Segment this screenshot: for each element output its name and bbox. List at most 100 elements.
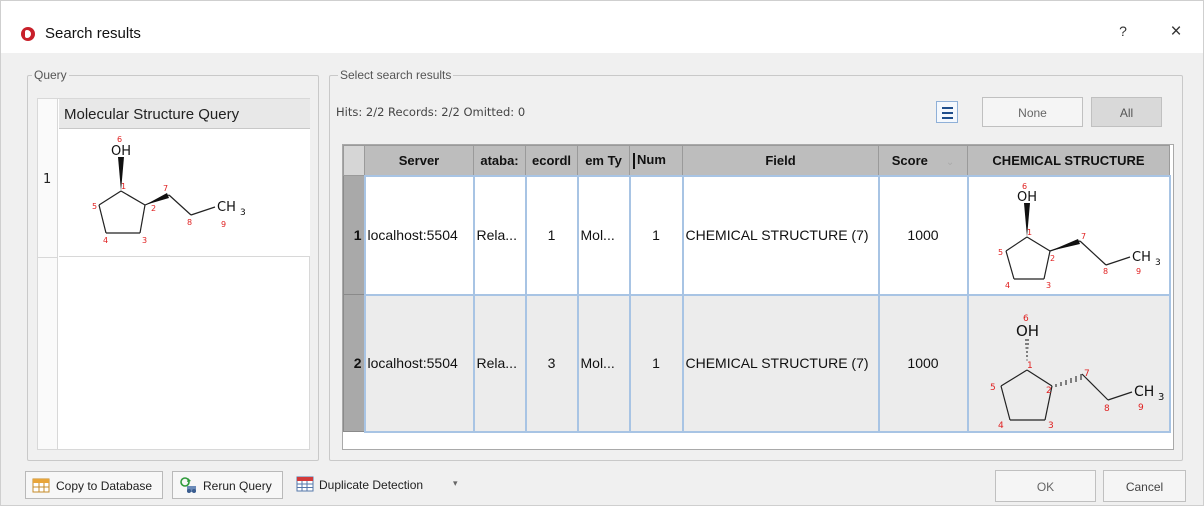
title-bar: Search results ? × [1, 1, 1203, 53]
cell-score[interactable]: 1000 [877, 293, 969, 433]
table-database-icon [32, 478, 50, 493]
column-header-score-label: Score [891, 152, 928, 168]
table-row[interactable]: 2 localhost:5504 Rela... 3 Mol... 1 CHEM… [343, 293, 1171, 433]
rerun-query-label: Rerun Query [203, 479, 272, 493]
atom-number: 9 [1138, 403, 1144, 413]
atom-number: 7 [1081, 232, 1086, 241]
atom-number: 3 [142, 236, 147, 245]
atom-number: 7 [163, 184, 168, 193]
query-row-header-column [38, 99, 58, 449]
atom-number: 7 [1084, 369, 1090, 379]
hits-summary: Hits: 2/2 Records: 2/2 Omitted: 0 [336, 105, 526, 119]
atom-number: 4 [998, 421, 1004, 428]
column-separator [633, 152, 635, 169]
atom-number: 1 [1027, 228, 1032, 237]
select-none-button[interactable]: None [982, 97, 1083, 127]
column-header-record[interactable]: ecordl [525, 145, 578, 176]
oh-label: OH [1016, 322, 1039, 340]
cell-num[interactable]: 1 [628, 293, 684, 433]
search-results-dialog: Search results ? × Query Molecular Struc… [0, 0, 1204, 506]
rerun-query-icon [180, 477, 196, 493]
column-header-item-type[interactable]: em Ty [577, 145, 630, 176]
query-structure-cell[interactable]: OH CH 3 6 1 2 3 4 5 7 8 9 [59, 129, 310, 257]
row-number[interactable]: 1 [343, 175, 365, 295]
atom-number: 8 [187, 218, 192, 227]
atom-number: 5 [998, 248, 1003, 257]
column-header-server[interactable]: Server [364, 145, 474, 176]
column-header-num[interactable]: Num [629, 145, 683, 176]
ch-label: CH [1134, 384, 1154, 400]
atom-number: 8 [1103, 267, 1108, 276]
cancel-button[interactable]: Cancel [1103, 470, 1186, 502]
query-molecule-drawing: OH CH 3 6 1 2 3 4 5 7 8 9 [92, 135, 246, 245]
cell-database[interactable]: Rela... [472, 174, 527, 296]
cell-field[interactable]: CHEMICAL STRUCTURE (7) [681, 174, 880, 296]
atom-number: 9 [221, 220, 226, 229]
cell-server[interactable]: localhost:5504 [363, 293, 475, 433]
column-header-score[interactable]: Score ⌄ [878, 145, 968, 176]
cell-chemical-structure[interactable]: OH CH 3 6 1 2 3 4 5 7 8 9 [966, 293, 1171, 433]
atom-number: 1 [121, 182, 126, 191]
ok-button[interactable]: OK [995, 470, 1096, 502]
cell-server[interactable]: localhost:5504 [363, 174, 475, 296]
ch-label: CH [1132, 250, 1151, 265]
oh-label: OH [1017, 190, 1037, 205]
copy-to-database-button[interactable]: Copy to Database [25, 471, 163, 499]
cell-database[interactable]: Rela... [472, 293, 527, 433]
atom-number: 3 [1048, 421, 1054, 428]
cell-field[interactable]: CHEMICAL STRUCTURE (7) [681, 293, 880, 433]
sort-chevron-icon: ⌄ [945, 156, 955, 168]
app-logo-icon [21, 27, 35, 41]
atom-number: 2 [1046, 386, 1052, 396]
select-all-button[interactable]: All [1091, 97, 1162, 127]
column-header-field[interactable]: Field [682, 145, 879, 176]
close-button[interactable]: × [1166, 21, 1186, 45]
query-group: Query Molecular Structure Query 1 OH CH … [27, 68, 319, 461]
cell-record[interactable]: 3 [524, 293, 579, 433]
help-button[interactable]: ? [1114, 23, 1132, 45]
cell-score[interactable]: 1000 [877, 174, 969, 296]
atom-number: 6 [117, 135, 122, 144]
table-corner[interactable] [343, 145, 365, 176]
atom-number: 2 [151, 204, 156, 213]
ch-subscript: 3 [1158, 392, 1164, 403]
atom-number: 3 [1046, 281, 1051, 290]
atom-number: 5 [92, 202, 97, 211]
query-row-divider [38, 257, 58, 258]
table-row[interactable]: 1 localhost:5504 Rela... 1 Mol... 1 CHEM… [343, 174, 1171, 296]
window-title: Search results [45, 25, 141, 42]
results-group: Select search results Hits: 2/2 Records:… [329, 68, 1183, 461]
results-group-label: Select search results [338, 68, 454, 82]
atom-number: 4 [103, 236, 108, 245]
row-number[interactable]: 2 [343, 294, 365, 432]
column-header-chemical-structure[interactable]: CHEMICAL STRUCTURE [967, 145, 1170, 176]
cell-item-type[interactable]: Mol... [576, 293, 631, 433]
atom-number: 4 [1005, 281, 1010, 290]
oh-label: OH [111, 144, 131, 159]
ch-subscript: 3 [240, 208, 246, 218]
copy-to-database-label: Copy to Database [56, 479, 153, 493]
cell-item-type[interactable]: Mol... [576, 174, 631, 296]
column-header-database[interactable]: ataba: [473, 145, 526, 176]
chevron-down-icon[interactable]: ▾ [453, 479, 458, 489]
duplicate-detection-button[interactable]: Duplicate Detection [294, 476, 424, 492]
query-column-header[interactable]: Molecular Structure Query [59, 99, 310, 129]
result-molecule-drawing: OH CH 3 6 1 2 3 4 5 7 8 9 [990, 314, 1164, 430]
column-menu-button[interactable] [936, 101, 958, 123]
duplicate-detection-label: Duplicate Detection [319, 478, 424, 492]
query-row-number[interactable]: 1 [43, 172, 51, 187]
duplicate-detection-icon [296, 476, 314, 492]
atom-number: 6 [1023, 314, 1029, 324]
cell-chemical-structure[interactable]: OH CH 3 6 1 2 3 4 5 7 8 9 [966, 174, 1171, 296]
atom-number: 5 [990, 383, 996, 393]
rerun-query-button[interactable]: Rerun Query [172, 471, 283, 499]
menu-icon-line [942, 112, 953, 114]
atom-number: 9 [1136, 267, 1141, 276]
atom-number: 1 [1027, 361, 1033, 371]
cell-record[interactable]: 1 [524, 174, 579, 296]
query-grid: Molecular Structure Query 1 OH CH 3 6 1 … [37, 98, 310, 450]
cell-num[interactable]: 1 [628, 174, 684, 296]
table-header-row: Server ataba: ecordl em Ty Num Field Sco… [343, 145, 1170, 176]
ch-label: CH [217, 200, 236, 215]
query-group-label: Query [32, 68, 69, 82]
